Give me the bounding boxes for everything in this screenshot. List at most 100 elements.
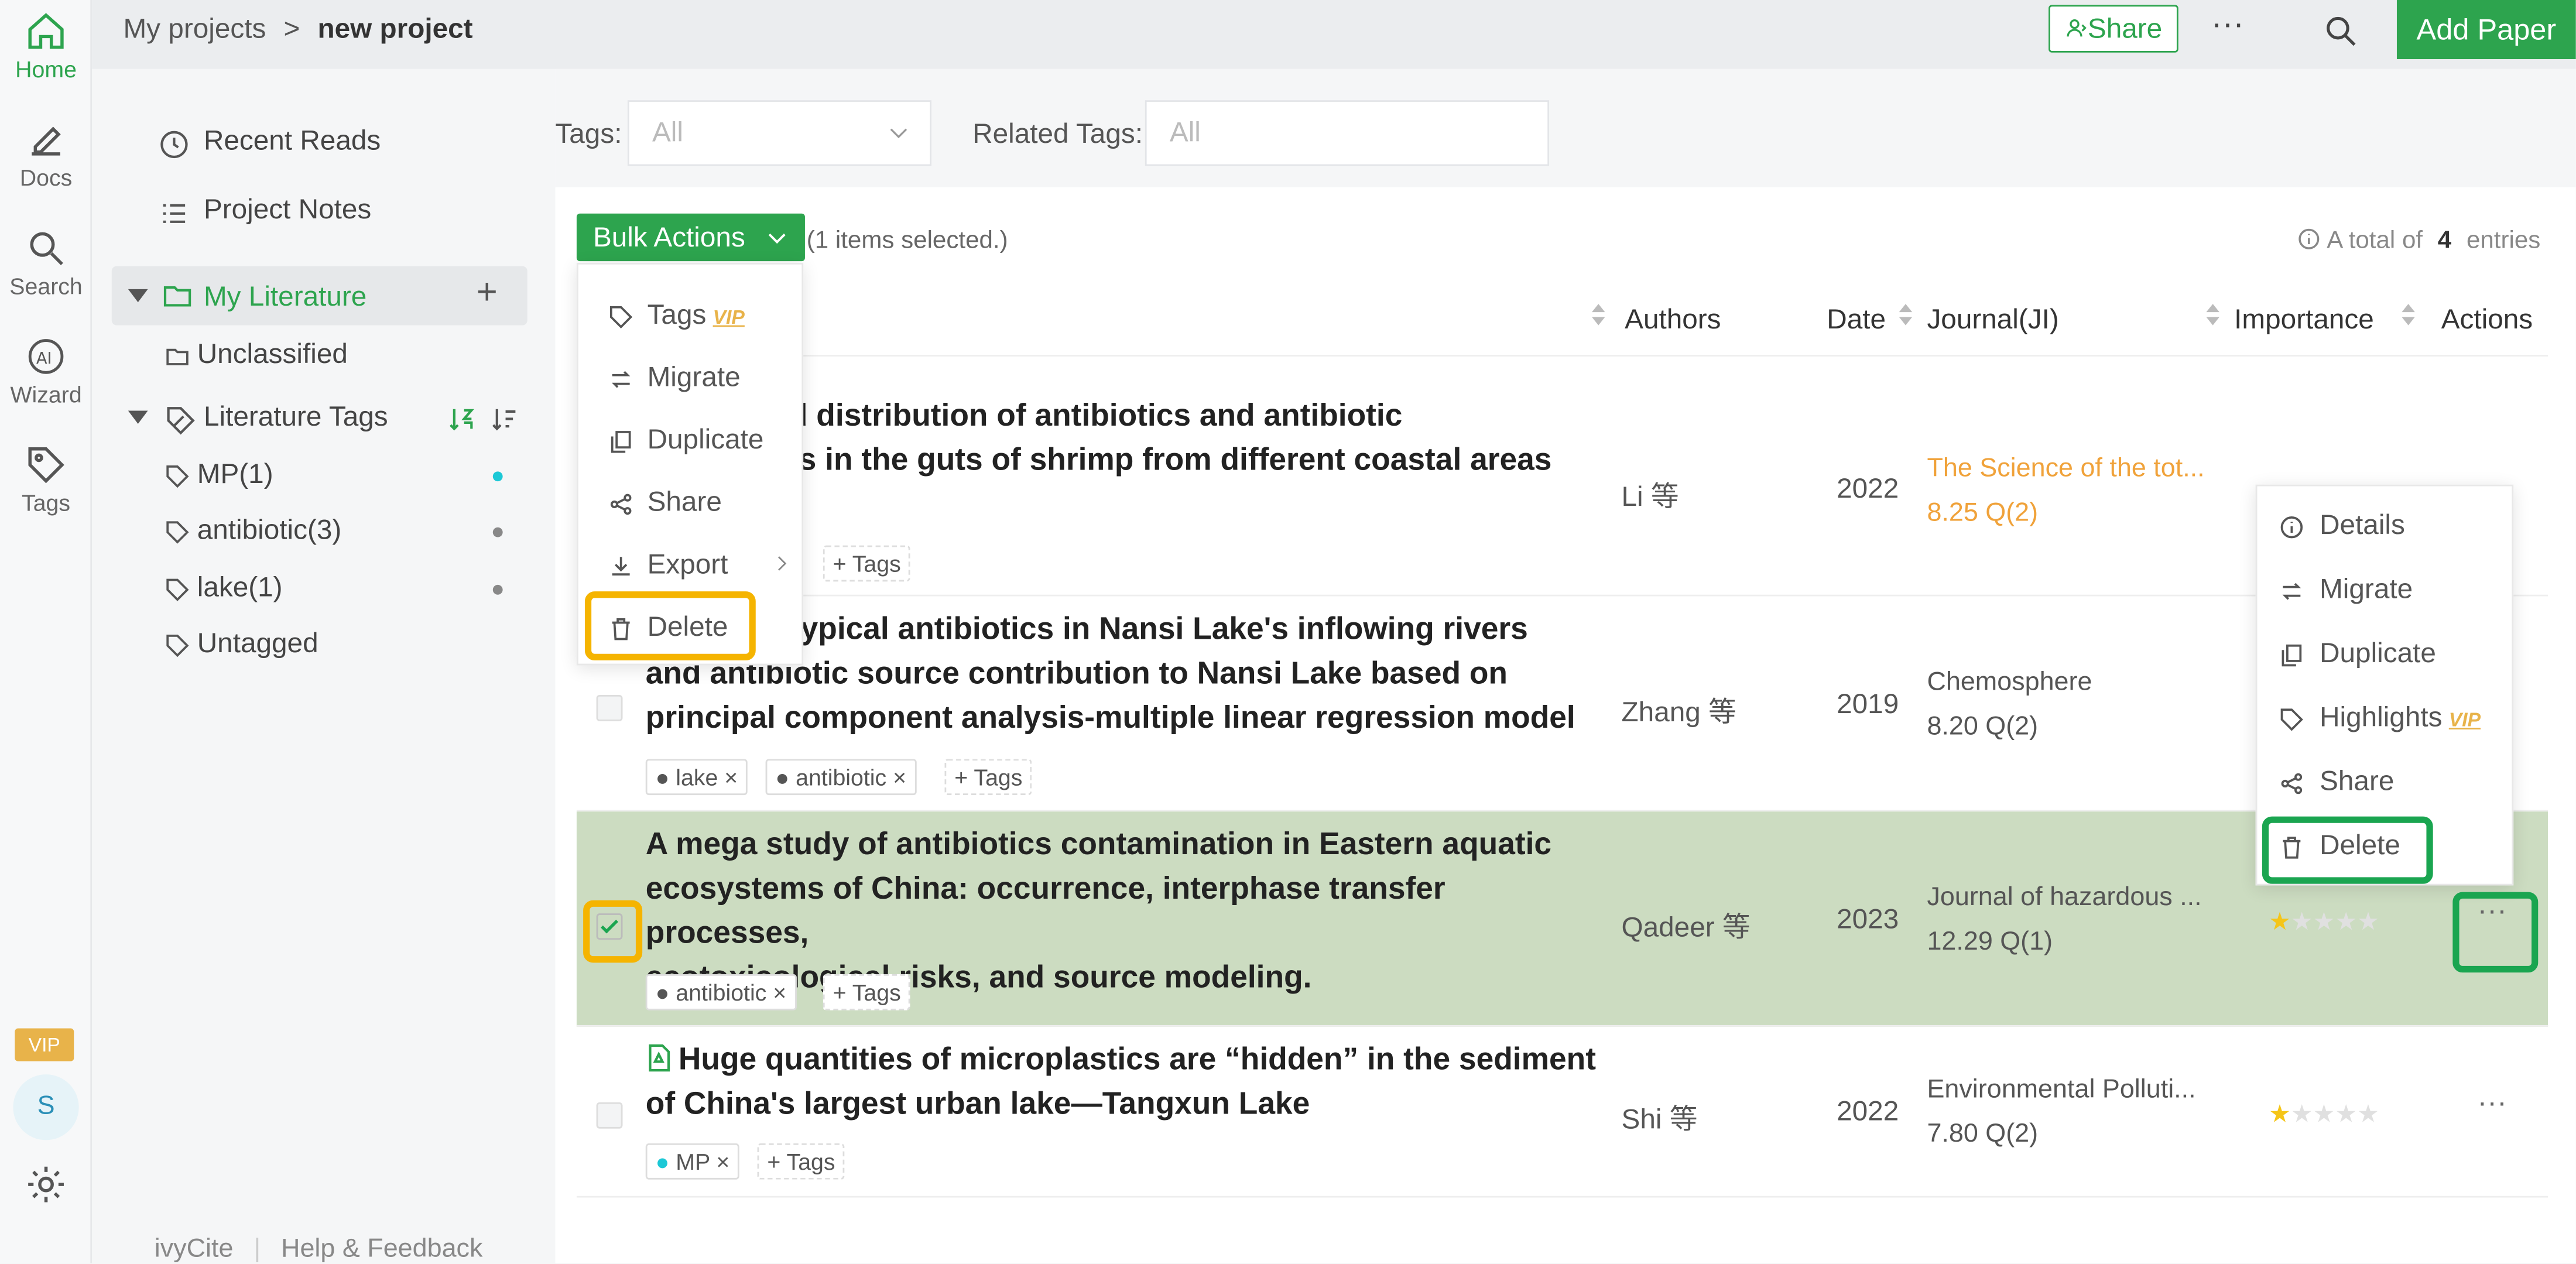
brand-link[interactable]: ivyCite <box>155 1235 234 1263</box>
authors-cell: Li 等 <box>1621 481 1679 513</box>
recent-reads-label: Recent Reads <box>203 125 381 156</box>
star-icon[interactable]: ★ <box>2335 909 2357 937</box>
column-importance[interactable]: Importance <box>2234 304 2374 337</box>
journal-name: Environmental Polluti... <box>1927 1075 2196 1104</box>
more-options-button[interactable]: ··· <box>2211 6 2244 44</box>
list-icon <box>163 204 186 223</box>
sort-date-icon[interactable] <box>1899 304 1913 330</box>
add-tag-button[interactable]: + Tags <box>944 759 1033 796</box>
sort-az-icon[interactable] <box>447 404 477 434</box>
column-journal[interactable]: Journal(JI) <box>1927 304 2058 337</box>
menu-item-share[interactable]: Share <box>2257 751 2512 813</box>
add-tag-label: Tags <box>852 979 901 1006</box>
vip-badge[interactable]: VIP <box>15 1028 74 1061</box>
tag-item-untagged[interactable]: Untagged <box>165 628 318 660</box>
menu-item-label: Migrate <box>2320 573 2413 605</box>
menu-item-duplicate[interactable]: Duplicate <box>578 409 802 472</box>
journal-cell[interactable]: Journal of hazardous ... 12.29 Q(1) <box>1927 876 2201 965</box>
row-actions-button[interactable]: ··· <box>2477 1086 2506 1121</box>
add-tag-button[interactable]: + Tags <box>757 1143 845 1180</box>
share-button[interactable]: Share <box>2049 5 2178 53</box>
add-tag-label: Tags <box>974 763 1023 790</box>
rail-search[interactable]: Search <box>0 227 92 299</box>
table-row-selected[interactable]: A mega study of antibiotics contaminatio… <box>576 811 2548 1027</box>
tag-item-lake[interactable]: lake(1) <box>165 571 509 604</box>
related-tags-input[interactable]: All <box>1145 100 1550 166</box>
rail-docs[interactable]: Docs <box>0 118 92 190</box>
star-icon[interactable]: ★ <box>2357 1101 2379 1129</box>
star-icon[interactable]: ★ <box>2313 1101 2335 1129</box>
tag-icon <box>28 447 64 484</box>
menu-item-export[interactable]: Export <box>578 534 802 597</box>
tag-item-antibiotic[interactable]: antibiotic(3) <box>165 514 509 547</box>
column-date[interactable]: Date <box>1827 304 1886 337</box>
row-checkbox[interactable] <box>596 694 623 721</box>
star-icon[interactable]: ★ <box>2357 909 2379 937</box>
date-cell: 2022 <box>1837 1095 1899 1127</box>
menu-item-duplicate[interactable]: Duplicate <box>2257 622 2512 685</box>
column-authors[interactable]: Authors <box>1625 304 1721 337</box>
date-cell: 2022 <box>1837 473 1899 505</box>
tag-chip[interactable]: ● lake × <box>645 759 748 796</box>
rail-wizard[interactable]: AI Wizard <box>0 335 92 407</box>
star-icon[interactable]: ★ <box>2313 909 2335 937</box>
bulk-actions-button[interactable]: Bulk Actions <box>576 213 805 262</box>
table-row[interactable]: e and distribution of antibiotics and an… <box>576 358 2548 597</box>
total-count: 4 <box>2437 227 2452 255</box>
menu-item-label: Highlights <box>2320 701 2443 733</box>
sort-desc-icon[interactable] <box>489 404 519 434</box>
importance-rating[interactable]: ★★★★★ <box>2269 1099 2379 1129</box>
tag-chip-label: MP <box>676 1148 710 1175</box>
tag-item-mp[interactable]: MP(1) <box>165 458 509 491</box>
recent-reads-item[interactable]: Recent Reads <box>157 125 381 159</box>
star-icon[interactable]: ★ <box>2335 1101 2357 1129</box>
journal-cell[interactable]: The Science of the tot... 8.25 Q(2) <box>1927 447 2204 536</box>
literature-tags-item[interactable]: Literature Tags <box>128 401 522 435</box>
menu-item-migrate[interactable]: Migrate <box>578 347 802 409</box>
star-icon[interactable]: ★ <box>2291 909 2313 937</box>
sort-journal-icon[interactable] <box>2206 304 2219 330</box>
tags-filter-value: All <box>652 117 684 148</box>
menu-item-highlights[interactable]: Highlights VIP <box>2257 687 2512 749</box>
unclassified-item[interactable]: Unclassified <box>165 338 348 371</box>
add-tag-button[interactable]: + Tags <box>823 974 911 1010</box>
avatar[interactable]: S <box>13 1074 79 1140</box>
table-row[interactable]: Huge quantities of microplastics are “hi… <box>576 1027 2548 1198</box>
importance-rating[interactable]: ★★★★★ <box>2269 907 2379 937</box>
menu-item-tags[interactable]: Tags VIP <box>578 284 802 347</box>
menu-item-migrate[interactable]: Migrate <box>2257 559 2512 621</box>
add-paper-button[interactable]: Add Paper <box>2396 0 2576 60</box>
title-line: of China's largest urban lake—Tangxun La… <box>645 1087 1310 1122</box>
menu-item-details[interactable]: Details <box>2257 495 2512 557</box>
chevron-down-icon <box>890 128 907 139</box>
checkbox-highlight-box <box>583 900 643 963</box>
tag-chip[interactable]: ● MP × <box>645 1143 740 1180</box>
tag-chip[interactable]: ● antibiotic × <box>765 759 916 796</box>
add-tag-button[interactable]: + Tags <box>823 545 911 582</box>
paper-title[interactable]: Huge quantities of microplastics are “hi… <box>646 1038 1632 1127</box>
journal-cell[interactable]: Environmental Polluti... 7.80 Q(2) <box>1927 1068 2195 1157</box>
menu-item-share[interactable]: Share <box>578 471 802 534</box>
star-icon[interactable]: ★ <box>2291 1101 2313 1129</box>
tag-chip[interactable]: ● antibiotic × <box>645 974 797 1010</box>
search-icon[interactable] <box>2323 13 2359 49</box>
star-icon[interactable]: ★ <box>2269 1101 2291 1129</box>
my-literature-item[interactable]: My Literature + <box>111 266 527 326</box>
journal-cell[interactable]: Chemosphere 8.20 Q(2) <box>1927 660 2092 749</box>
sort-title-icon[interactable] <box>1592 304 1605 330</box>
tags-filter-select[interactable]: All <box>627 100 932 166</box>
authors-cell: Shi 等 <box>1621 1104 1698 1135</box>
row-checkbox[interactable] <box>596 1102 623 1129</box>
project-notes-item[interactable]: Project Notes <box>157 194 371 227</box>
add-folder-button[interactable]: + <box>477 271 498 314</box>
rail-home[interactable]: Home <box>0 10 92 82</box>
rail-tags[interactable]: Tags <box>0 444 92 516</box>
star-icon[interactable]: ★ <box>2269 909 2291 937</box>
search-icon <box>30 232 63 265</box>
sort-importance-icon[interactable] <box>2402 304 2415 330</box>
gear-icon[interactable] <box>25 1163 67 1206</box>
help-feedback-link[interactable]: Help & Feedback <box>281 1235 482 1263</box>
table-row[interactable]: e of typical antibiotics in Nansi Lake's… <box>576 597 2548 812</box>
breadcrumb-root[interactable]: My projects <box>123 13 266 44</box>
journal-name: The Science of the tot... <box>1927 455 2205 483</box>
